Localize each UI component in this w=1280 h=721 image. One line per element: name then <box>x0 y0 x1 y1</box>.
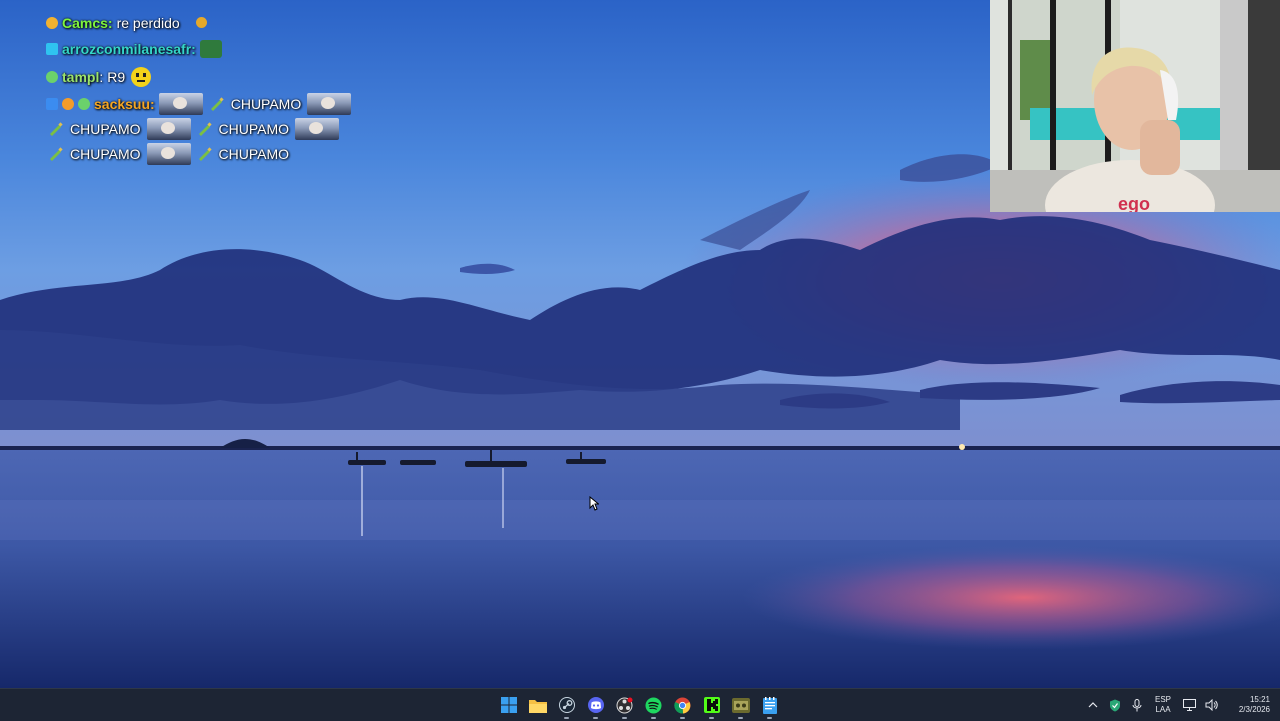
chat-username-separator: : <box>99 69 104 85</box>
spotify-icon <box>645 697 662 713</box>
show-hidden-icons-button[interactable] <box>1082 689 1104 721</box>
subscriber-badge-icon <box>46 16 58 29</box>
chat-emote-icon <box>146 142 191 165</box>
chat-message: Camcs: re perdido <box>46 10 376 35</box>
chat-message: arrozconmilanesafr: <box>46 35 376 63</box>
taskbar-notepad[interactable] <box>755 689 784 721</box>
chat-username-separator: : <box>191 41 196 57</box>
taskbar-obs[interactable] <box>610 689 639 721</box>
taskbar-discord[interactable] <box>581 689 610 721</box>
chat-message: sacksuu: CHUPAMO <box>46 91 376 116</box>
tray-security-button[interactable] <box>1104 689 1126 721</box>
chat-username: arrozconmilanesafr <box>62 41 192 57</box>
stream-chat-overlay: Camcs: re perdido arrozconmilanesafr: ta… <box>46 10 376 166</box>
taskbar-game-app[interactable] <box>726 689 755 721</box>
badge-icon <box>46 97 58 110</box>
language-code: ESP <box>1154 695 1171 704</box>
chat-emote-icon <box>146 117 191 140</box>
chat-message: CHUPAMO CHUPAMO <box>46 141 376 166</box>
bottle-emote-icon <box>50 146 63 161</box>
neutral-face-emoji-icon <box>131 67 152 87</box>
taskbar-clock[interactable]: 15:21 2/3/2026 <box>1222 695 1270 715</box>
chat-message: tampl: R9 <box>46 63 376 91</box>
mouse-cursor-icon <box>589 496 599 511</box>
obs-icon <box>616 697 633 713</box>
shield-icon <box>1110 699 1120 711</box>
input-language-indicator[interactable]: ESP LAA <box>1148 695 1178 715</box>
chat-emote-icon <box>158 92 203 115</box>
taskbar-spotify[interactable] <box>639 689 668 721</box>
keyboard-layout-code: LAA <box>1155 705 1171 714</box>
microphone-icon <box>1132 698 1142 711</box>
speaker-icon <box>1205 699 1218 711</box>
tray-volume-button[interactable] <box>1200 689 1222 721</box>
chat-username: Camcs <box>62 14 108 31</box>
badge-icon <box>62 97 74 110</box>
badge-icon <box>78 97 90 110</box>
chat-emote-icon <box>307 92 352 115</box>
chat-message-text: CHUPAMO <box>70 120 141 137</box>
network-monitor-icon <box>1182 699 1196 711</box>
chat-message-text: CHUPAMO <box>218 145 290 162</box>
bottle-emote-icon <box>210 96 224 111</box>
chat-message: CHUPAMO CHUPAMO <box>46 116 376 141</box>
chat-message-text: CHUPAMO <box>218 120 290 137</box>
system-tray: ESP LAA 15:21 2/3/2026 <box>1082 689 1280 721</box>
taskbar-chrome[interactable] <box>668 689 697 721</box>
discord-icon <box>587 697 604 713</box>
chat-message-text: R9 <box>107 69 126 85</box>
emoji-icon <box>195 17 207 28</box>
chat-username: sacksuu <box>94 95 151 112</box>
chevron-up-icon <box>1088 702 1098 708</box>
clock-time: 15:21 <box>1249 695 1270 704</box>
kick-icon <box>703 697 720 713</box>
chat-username: tampl <box>62 69 100 85</box>
chat-message-text: re perdido <box>116 14 180 31</box>
webcam-overlay: ego <box>990 0 1280 212</box>
chat-username-separator: : <box>107 14 113 31</box>
chat-emote-icon <box>295 117 340 140</box>
chat-message-text: CHUPAMO <box>230 95 302 112</box>
game-icon <box>731 697 750 713</box>
badge-icon <box>46 43 58 55</box>
steam-icon <box>558 697 575 713</box>
chat-username-separator: : <box>150 95 155 112</box>
svg-text:ego: ego <box>1118 194 1150 212</box>
folder-icon <box>528 699 547 713</box>
taskbar-apps <box>494 689 784 721</box>
taskbar-kick[interactable] <box>697 689 726 721</box>
notepad-icon <box>762 696 777 714</box>
bottle-emote-icon <box>198 146 212 161</box>
tray-microphone-button[interactable] <box>1126 689 1148 721</box>
start-button[interactable] <box>494 689 523 721</box>
taskbar-file-explorer[interactable] <box>523 689 552 721</box>
chat-message-text: CHUPAMO <box>70 145 141 162</box>
tray-network-button[interactable] <box>1178 689 1200 721</box>
windows-icon <box>500 697 517 713</box>
badge-icon <box>46 71 58 83</box>
bottle-emote-icon <box>198 121 212 136</box>
clock-date: 2/3/2026 <box>1238 705 1270 714</box>
chrome-icon <box>674 697 691 714</box>
bottle-emote-icon <box>50 121 63 136</box>
windows-taskbar: ESP LAA 15:21 2/3/2026 <box>0 688 1280 721</box>
chat-emote-icon <box>199 40 222 58</box>
taskbar-steam[interactable] <box>552 689 581 721</box>
